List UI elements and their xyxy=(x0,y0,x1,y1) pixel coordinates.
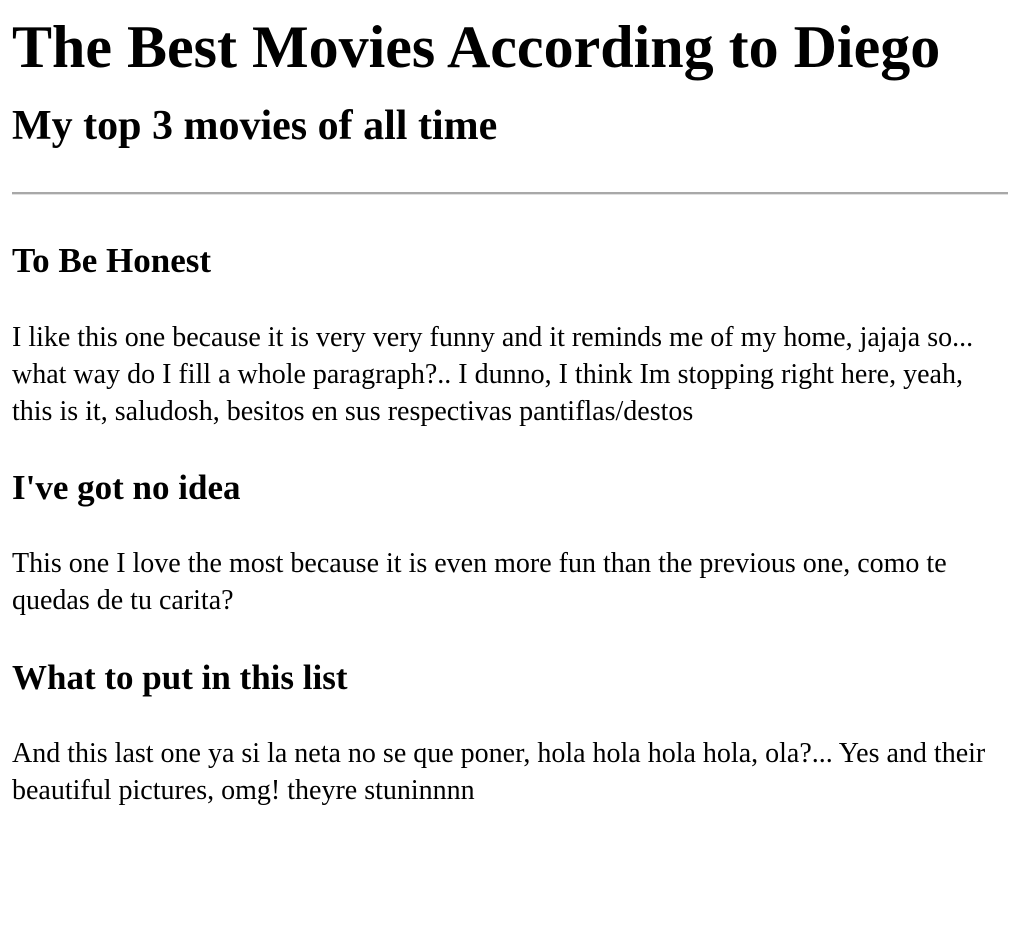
movie-title: I've got no idea xyxy=(12,468,241,507)
movie-item: I've got no idea This one I love the mos… xyxy=(12,468,1008,619)
movie-title: What to put in this list xyxy=(12,658,348,697)
movie-description: And this last one ya si la neta no se qu… xyxy=(12,738,986,806)
page-content: The Best Movies According to Diego My to… xyxy=(0,12,1020,809)
movie-description: I like this one because it is very very … xyxy=(12,322,974,427)
movie-item: To Be Honest I like this one because it … xyxy=(12,241,1008,430)
divider xyxy=(12,192,1008,195)
page-subtitle: My top 3 movies of all time xyxy=(12,103,498,149)
movie-title: To Be Honest xyxy=(12,241,212,280)
movie-item: What to put in this list And this last o… xyxy=(12,658,1008,809)
page-title: The Best Movies According to Diego xyxy=(12,14,941,80)
movie-description: This one I love the most because it is e… xyxy=(12,548,947,616)
